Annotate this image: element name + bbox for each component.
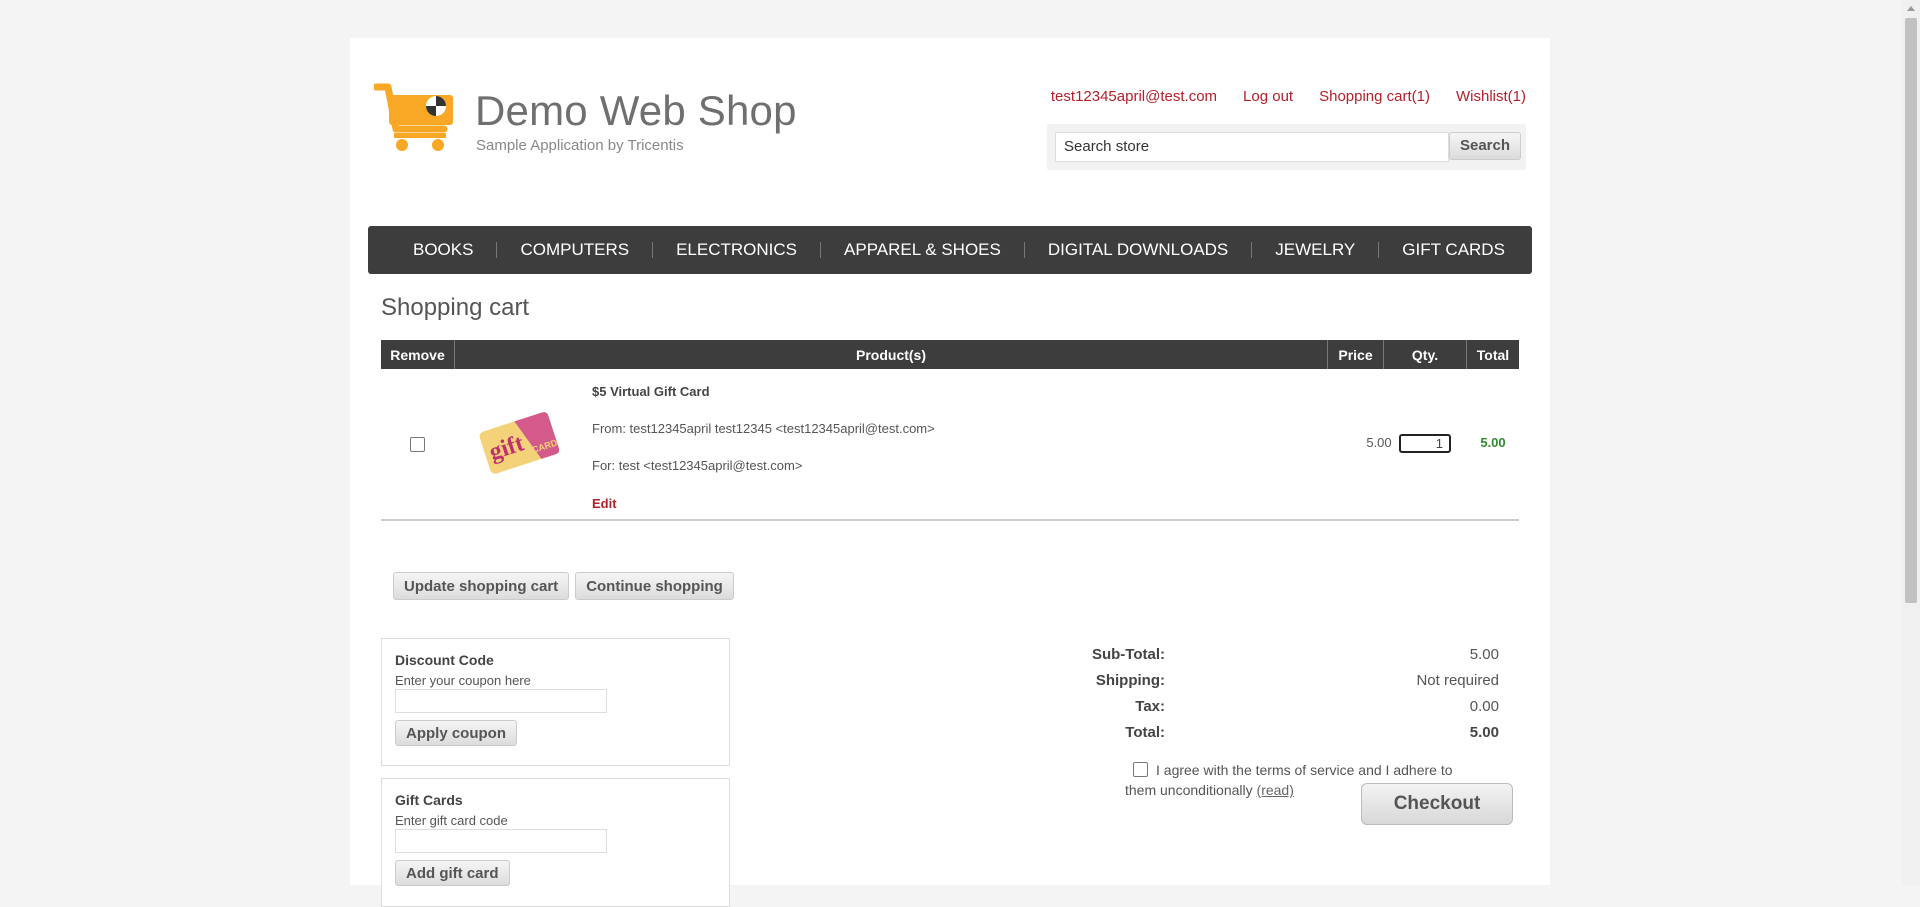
logout-link[interactable]: Log out	[1243, 88, 1293, 105]
terms-checkbox[interactable]	[1133, 762, 1148, 777]
shopping-cart-link[interactable]: Shopping cart(1)	[1319, 88, 1430, 105]
scrollbar-thumb[interactable]	[1905, 18, 1917, 603]
gift-card-input[interactable]	[395, 829, 607, 853]
header-qty: Qty.	[1384, 340, 1467, 369]
brand-tagline: Sample Application by Tricentis	[476, 137, 684, 154]
page-scrollbar[interactable]	[1902, 0, 1920, 885]
cart-table-header: Remove Product(s) Price Qty. Total	[381, 340, 1519, 369]
site-logo[interactable]: Demo Web Shop Sample Application by Tric…	[374, 83, 796, 163]
search-button[interactable]: Search	[1449, 132, 1521, 160]
gift-card-title: Gift Cards	[395, 792, 463, 808]
nav-books[interactable]: BOOKS	[390, 240, 496, 260]
terms-read-link[interactable]: (read)	[1257, 782, 1294, 798]
gift-card-box: Gift Cards Enter gift card code Add gift…	[381, 778, 730, 907]
shipping-label: Shipping:	[1095, 672, 1165, 689]
nav-gift-cards[interactable]: GIFT CARDS	[1379, 240, 1528, 260]
discount-box: Discount Code Enter your coupon here App…	[381, 638, 730, 766]
scroll-up-arrow-icon[interactable]	[1907, 6, 1915, 11]
tax-value: 0.00	[1469, 698, 1499, 715]
header-products: Product(s)	[455, 340, 1328, 369]
edit-item-link[interactable]: Edit	[592, 496, 617, 511]
page-title: Shopping cart	[381, 294, 530, 321]
shipping-value: Not required	[1416, 672, 1499, 689]
header-price: Price	[1328, 340, 1384, 369]
brand-name: Demo Web Shop	[475, 87, 797, 134]
header-total: Total	[1476, 346, 1510, 363]
nav-digital-downloads[interactable]: DIGITAL DOWNLOADS	[1025, 240, 1251, 260]
nav-apparel-shoes[interactable]: APPAREL & SHOES	[821, 240, 1024, 260]
cart-buttons: Update shopping cart Continue shopping	[393, 572, 734, 600]
subtotal-label: Sub-Total:	[1091, 646, 1165, 663]
discount-hint: Enter your coupon here	[395, 673, 531, 688]
add-gift-card-button[interactable]: Add gift card	[395, 860, 510, 886]
nav-electronics[interactable]: ELECTRONICS	[653, 240, 820, 260]
gift-card-hint: Enter gift card code	[395, 813, 508, 828]
remove-checkbox[interactable]	[410, 437, 425, 452]
coupon-input[interactable]	[395, 689, 607, 713]
total-label: Total:	[1125, 724, 1165, 741]
subtotal-value: 5.00	[1469, 646, 1499, 663]
continue-shopping-button[interactable]: Continue shopping	[575, 572, 734, 600]
apply-coupon-button[interactable]: Apply coupon	[395, 720, 517, 746]
search-input[interactable]: Search store	[1055, 132, 1449, 162]
nav-jewelry[interactable]: JEWELRY	[1252, 240, 1378, 260]
shopping-cart-logo-icon	[374, 83, 453, 151]
account-link[interactable]: test12345april@test.com	[1051, 88, 1217, 105]
nav-computers[interactable]: COMPUTERS	[497, 240, 652, 260]
quantity-input[interactable]: 1	[1399, 434, 1451, 453]
gift-card-from: From: test12345april test12345 <test1234…	[592, 421, 935, 436]
header-links: test12345april@test.com Log out Shopping…	[1051, 88, 1526, 105]
header-remove: Remove	[381, 340, 455, 369]
table-row: gift CARD $5 Virtual Gift Card From: tes…	[381, 369, 1519, 521]
search-box: Search store Search	[1047, 124, 1526, 170]
page-container: Demo Web Shop Sample Application by Tric…	[350, 38, 1550, 907]
top-menu: BOOKS COMPUTERS ELECTRONICS APPAREL & SH…	[368, 226, 1532, 274]
gift-card-for: For: test <test12345april@test.com>	[592, 458, 803, 473]
wishlist-link[interactable]: Wishlist(1)	[1456, 88, 1526, 105]
discount-title: Discount Code	[395, 652, 494, 668]
cart-table: Remove Product(s) Price Qty. Total gift …	[381, 340, 1519, 521]
update-cart-button[interactable]: Update shopping cart	[393, 572, 570, 600]
tax-label: Tax:	[1135, 698, 1165, 715]
item-subtotal: 5.00	[1480, 435, 1506, 450]
gift-card-image[interactable]: gift CARD	[477, 409, 561, 475]
total-value: 5.00	[1469, 724, 1499, 741]
product-name-link[interactable]: $5 Virtual Gift Card	[592, 384, 710, 399]
checkout-button[interactable]: Checkout	[1361, 783, 1513, 825]
